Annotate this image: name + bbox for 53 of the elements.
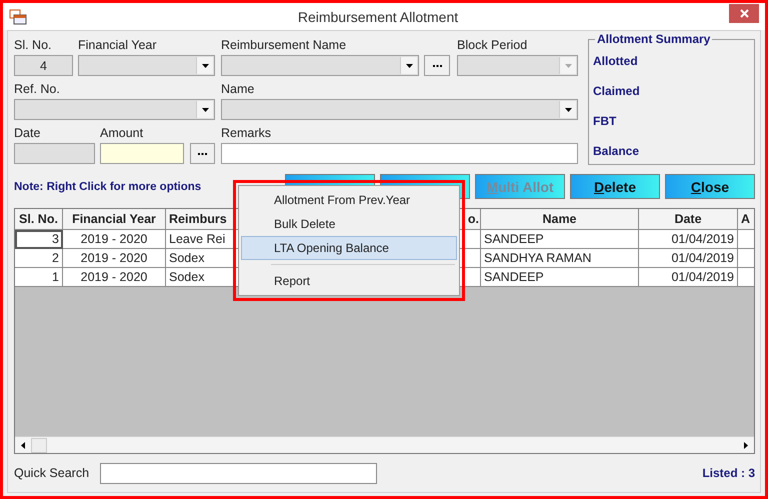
toolbar-button[interactable]: Delete — [570, 174, 660, 199]
table-cell: 1 — [15, 268, 63, 287]
browse-button[interactable] — [424, 55, 450, 76]
menu-item[interactable]: Bulk Delete — [241, 212, 457, 236]
quick-search-field[interactable] — [100, 462, 377, 484]
summary-label: Balance — [593, 144, 640, 160]
field-label: Block Period — [457, 37, 528, 53]
serial-number-field[interactable]: 4 — [14, 55, 73, 76]
field-label: Ref. No. — [14, 81, 61, 97]
field-label: Remarks — [221, 125, 272, 141]
listed-count: Listed : 3 — [702, 466, 755, 480]
dropdown-field[interactable] — [78, 55, 215, 76]
table-cell: 01/04/2019 — [639, 268, 738, 287]
scroll-thumb[interactable] — [31, 438, 47, 452]
field-label: Date — [14, 125, 42, 141]
field-label: Sl. No. — [14, 37, 53, 53]
dropdown-field[interactable] — [14, 99, 215, 120]
horizontal-scrollbar[interactable] — [15, 436, 754, 453]
date-field[interactable] — [14, 143, 95, 164]
remarks-field[interactable] — [221, 143, 578, 164]
close-button[interactable] — [729, 4, 759, 23]
table-cell: 3 — [15, 230, 63, 249]
menu-item[interactable]: Allotment From Prev.Year — [241, 188, 457, 212]
summary-label: FBT — [593, 114, 618, 130]
field-label: Name — [221, 81, 256, 97]
dropdown-arrow-icon — [564, 108, 572, 112]
scroll-right-icon[interactable] — [744, 442, 748, 448]
menu-item[interactable]: Report — [241, 269, 457, 293]
dropdown-arrow-icon — [564, 64, 572, 68]
scroll-left-icon[interactable] — [21, 442, 25, 448]
note-text: Note: Right Click for more options — [14, 180, 202, 192]
menu-item[interactable]: LTA Opening Balance — [241, 236, 457, 260]
dropdown-field[interactable] — [221, 99, 578, 120]
table-cell: 2019 - 2020 — [63, 268, 166, 287]
dropdown-arrow-icon — [202, 64, 208, 68]
column-header[interactable]: Sl. No. — [15, 209, 63, 230]
close-icon — [740, 9, 748, 18]
field-label: Financial Year — [78, 37, 158, 53]
summary-label: Allotted — [593, 54, 639, 70]
dropdown-arrow-icon — [406, 64, 412, 68]
window-title: Reimbursement Allotment — [296, 8, 460, 24]
toolbar-button[interactable]: Close — [665, 174, 755, 199]
field-label: Reimbursement Name — [221, 37, 348, 53]
table-cell: SANDEEP — [481, 268, 639, 287]
summary-label: Claimed — [593, 84, 641, 100]
window-app-icon — [9, 8, 27, 24]
group-title: Allotment Summary — [595, 32, 712, 46]
field-label: Quick Search — [14, 466, 90, 480]
dropdown-field[interactable] — [221, 55, 419, 76]
field-label: Amount — [100, 125, 144, 141]
dropdown-arrow-icon — [202, 108, 208, 112]
browse-button[interactable] — [190, 143, 215, 164]
amount-field[interactable] — [100, 143, 184, 164]
